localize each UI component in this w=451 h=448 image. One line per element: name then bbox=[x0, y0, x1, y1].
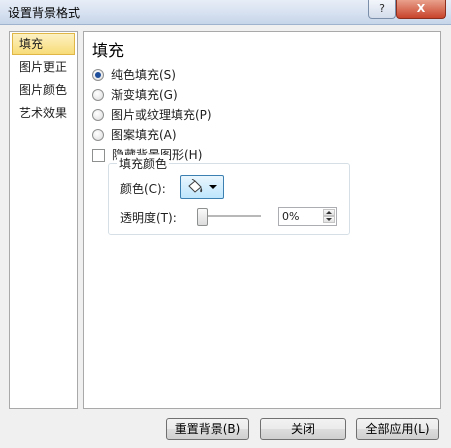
transparency-slider-thumb[interactable] bbox=[197, 208, 208, 226]
transparency-spinbox[interactable]: 0% bbox=[278, 207, 337, 226]
paint-bucket-icon bbox=[188, 179, 203, 193]
spin-down-icon[interactable] bbox=[323, 216, 335, 223]
close-button[interactable]: 关闭 bbox=[260, 418, 346, 440]
gradient-fill-radio[interactable] bbox=[92, 89, 104, 101]
gradient-fill-label: 渐变填充(G) bbox=[111, 88, 178, 102]
title-bar: 设置背景格式 ? X bbox=[0, 0, 451, 25]
window-title: 设置背景格式 bbox=[8, 6, 81, 20]
picture-fill-radio[interactable] bbox=[92, 109, 104, 121]
pattern-fill-radio[interactable] bbox=[92, 129, 104, 141]
reset-background-button[interactable]: 重置背景(B) bbox=[166, 418, 249, 440]
help-button[interactable]: ? bbox=[368, 0, 396, 19]
nav-item-picture-corrections[interactable]: 图片更正 bbox=[12, 56, 75, 78]
solid-fill-label: 纯色填充(S) bbox=[111, 68, 176, 82]
pattern-fill-option[interactable]: 图案填充(A) bbox=[92, 127, 177, 143]
close-window-button[interactable]: X bbox=[396, 0, 446, 19]
nav-item-artistic-effects[interactable]: 艺术效果 bbox=[12, 102, 75, 124]
picture-fill-label: 图片或纹理填充(P) bbox=[111, 108, 212, 122]
nav-item-fill[interactable]: 填充 bbox=[12, 33, 75, 55]
transparency-slider-track[interactable] bbox=[203, 215, 261, 218]
category-nav: 填充 图片更正 图片颜色 艺术效果 bbox=[9, 31, 78, 409]
transparency-value[interactable]: 0% bbox=[282, 209, 299, 224]
solid-fill-radio[interactable] bbox=[92, 69, 104, 81]
hide-bg-checkbox[interactable] bbox=[92, 148, 105, 162]
spin-buttons bbox=[323, 209, 335, 224]
fill-color-group-label: 填充颜色 bbox=[117, 155, 170, 172]
panel-heading: 填充 bbox=[92, 41, 125, 60]
spin-up-icon[interactable] bbox=[323, 209, 335, 216]
dropdown-caret-icon bbox=[209, 185, 217, 189]
pattern-fill-label: 图案填充(A) bbox=[111, 128, 177, 142]
gradient-fill-option[interactable]: 渐变填充(G) bbox=[92, 87, 178, 103]
color-picker-button[interactable] bbox=[180, 175, 224, 199]
color-label: 颜色(C): bbox=[120, 182, 166, 196]
solid-fill-option[interactable]: 纯色填充(S) bbox=[92, 67, 176, 83]
nav-item-picture-color[interactable]: 图片颜色 bbox=[12, 79, 75, 101]
fill-panel: 填充 纯色填充(S) 渐变填充(G) 图片或纹理填充(P) 图案填充(A) 隐藏… bbox=[83, 31, 441, 409]
picture-fill-option[interactable]: 图片或纹理填充(P) bbox=[92, 107, 212, 123]
apply-to-all-button[interactable]: 全部应用(L) bbox=[356, 418, 439, 440]
transparency-label: 透明度(T): bbox=[120, 211, 177, 225]
